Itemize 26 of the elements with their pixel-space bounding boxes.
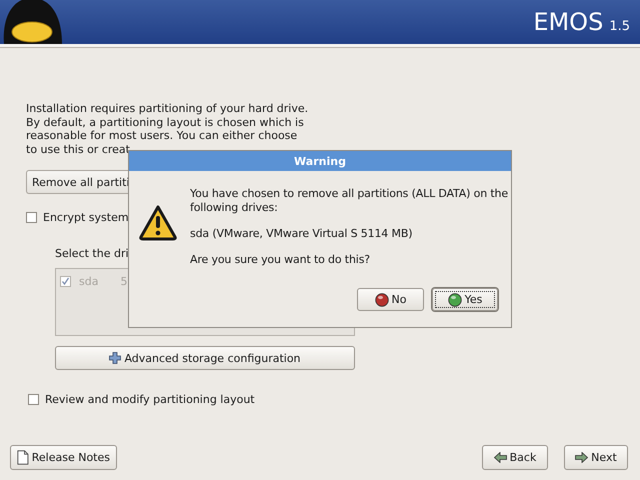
product-name: EMOS bbox=[533, 8, 604, 36]
left-arrow-icon bbox=[494, 452, 507, 463]
drive-name: sda bbox=[79, 275, 98, 288]
dialog-message: You have chosen to remove all partitions (ALL DATA) on the following drives: bbox=[190, 187, 508, 214]
plus-icon bbox=[109, 352, 122, 364]
table-cell: 5 bbox=[120, 275, 128, 288]
advanced-storage-button[interactable]: Advanced storage configuration bbox=[55, 346, 355, 370]
go-icon bbox=[448, 292, 462, 306]
encrypt-label: Encrypt system bbox=[43, 211, 129, 224]
no-button[interactable]: No bbox=[357, 288, 424, 311]
drive-description: sda (VMware, VMware Virtual S 5114 MB) bbox=[190, 227, 414, 240]
back-button[interactable]: Back bbox=[482, 445, 548, 470]
release-notes-button[interactable]: Release Notes bbox=[10, 445, 117, 470]
warning-icon bbox=[139, 205, 177, 241]
review-label: Review and modify partitioning layout bbox=[45, 393, 255, 406]
yes-button[interactable]: Yes bbox=[432, 288, 498, 311]
drive-select-label: Select the dri bbox=[55, 247, 129, 260]
document-icon bbox=[17, 449, 29, 466]
dialog-title: Warning bbox=[129, 151, 511, 171]
right-arrow-icon bbox=[575, 452, 588, 463]
version-label: 1.5 bbox=[609, 19, 630, 34]
confirm-question: Are you sure you want to do this? bbox=[190, 253, 371, 266]
encrypt-checkbox[interactable] bbox=[26, 212, 37, 223]
review-checkbox[interactable] bbox=[28, 394, 39, 405]
next-button[interactable]: Next bbox=[564, 445, 628, 470]
stop-icon bbox=[374, 292, 389, 306]
